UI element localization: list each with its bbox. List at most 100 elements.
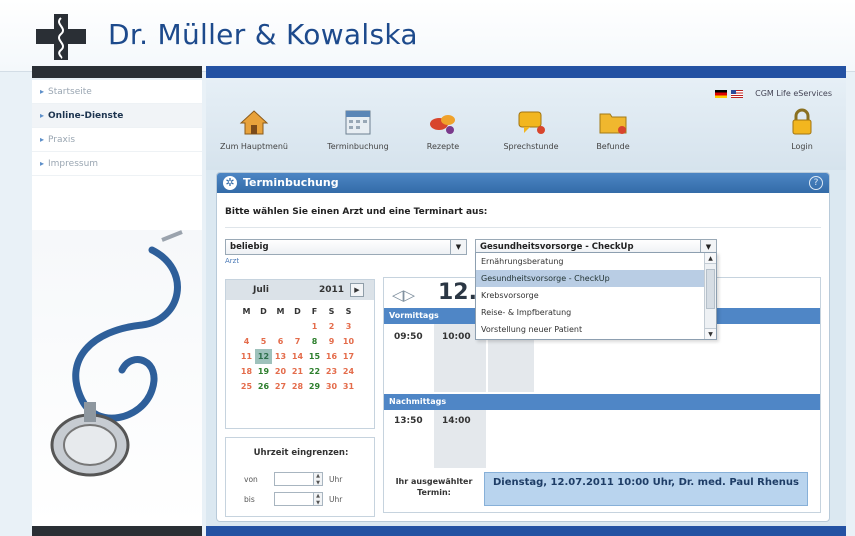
weekday-header: S <box>328 307 335 316</box>
toolbar-label: Login <box>791 142 813 151</box>
calendar-day: 5 <box>260 337 267 346</box>
calendar-empty-cell <box>255 319 272 334</box>
timeslot-1000[interactable]: 10:00 <box>442 332 471 342</box>
brand-title[interactable]: Dr. Müller & Kowalska <box>108 18 418 51</box>
timeslot-1400[interactable]: 14:00 <box>442 416 471 426</box>
bullet-icon: ▸ <box>40 87 45 96</box>
booking-panel: ✲ Terminbuchung ? Bitte wählen Sie einen… <box>216 172 830 522</box>
help-icon[interactable]: ? <box>809 176 823 190</box>
calendar-day[interactable]: 19 <box>255 364 272 379</box>
footer-divider-left <box>32 526 202 536</box>
main-content: CGM Life eServices Zum Hauptmenü Terminb… <box>206 80 846 526</box>
divider <box>225 227 821 228</box>
next-month-icon[interactable]: ▶ <box>350 283 364 297</box>
next-day-icon[interactable]: ▷ <box>404 286 416 304</box>
selected-appointment-label: Ihr ausgewählter Termin: <box>395 477 473 497</box>
sidebar-item-praxis[interactable]: ▸ Praxis <box>32 128 202 152</box>
german-flag-icon[interactable] <box>715 89 728 98</box>
instruction-text: Bitte wählen Sie einen Arzt und eine Ter… <box>225 207 488 217</box>
calendar-day[interactable]: 15 <box>306 349 323 364</box>
sidebar-item-label: Impressum <box>48 159 99 169</box>
day-nav: ◁▷ <box>392 286 415 304</box>
selected-appointment-value: Dienstag, 12.07.2011 10:00 Uhr, Dr. med.… <box>484 472 808 506</box>
chat-icon <box>518 111 545 134</box>
toolbar-label: Sprechstunde <box>503 142 559 151</box>
calendar-day: 16 <box>325 352 338 361</box>
medical-cross-logo-icon <box>36 14 86 60</box>
calendar-day: 30 <box>325 382 338 391</box>
appointment-type-dropdown: Ernährungsberatung Gesundheitsvorsorge -… <box>475 252 717 340</box>
folder-icon <box>599 113 627 134</box>
toolbar-befunde-button[interactable]: Befunde <box>588 108 638 151</box>
calendar-clock-icon: ✲ <box>223 176 237 190</box>
calendar-day: 25 <box>240 382 253 391</box>
scroll-up-icon[interactable]: ▲ <box>705 253 716 264</box>
weekday-header: F <box>311 307 318 316</box>
appointment-type-value: Gesundheitsvorsorge - CheckUp <box>480 242 634 252</box>
calendar-empty-cell <box>238 319 255 334</box>
sidebar-item-label: Online-Dienste <box>48 111 124 121</box>
timeslot-0950[interactable]: 09:50 <box>394 332 423 342</box>
calendar-day-selected[interactable]: 12 <box>255 349 272 364</box>
dropdown-option[interactable]: Krebsvorsorge <box>476 287 704 304</box>
to-label: bis <box>244 494 255 504</box>
unit-label: Uhr <box>329 494 343 504</box>
scroll-down-icon[interactable]: ▼ <box>705 328 716 339</box>
month-calendar: Juli 2011 ▶ M D M D F S S 1 2 3 4 5 6 7 8 9 10 11 12 13 14 15… <box>225 279 375 429</box>
toolbar-home-button[interactable]: Zum Hauptmenü <box>214 108 294 151</box>
calendar-month: Juli <box>253 285 269 295</box>
sidebar-item-impressum[interactable]: ▸ Impressum <box>32 152 202 176</box>
dropdown-option[interactable]: Ernährungsberatung <box>476 253 704 270</box>
calendar-day: 9 <box>328 337 335 346</box>
dropdown-option-selected[interactable]: Gesundheitsvorsorge - CheckUp <box>476 270 704 287</box>
calendar-day: 7 <box>294 337 301 346</box>
sidebar-item-startseite[interactable]: ▸ Startseite <box>32 80 202 104</box>
unit-label: Uhr <box>329 474 343 484</box>
calendar-day: 10 <box>342 337 355 346</box>
time-to-stepper[interactable]: ▲ ▼ <box>314 492 323 506</box>
toolbar-rezepte-button[interactable]: Rezepte <box>418 108 468 151</box>
chevron-down-icon[interactable]: ▼ <box>450 240 466 254</box>
time-filter-title: Uhrzeit eingrenzen: <box>253 448 349 458</box>
toolbar: Zum Hauptmenü Terminbuchung Rezepte Spre… <box>206 108 846 164</box>
bullet-icon: ▸ <box>40 135 45 144</box>
calendar-day[interactable]: 22 <box>306 364 323 379</box>
dropdown-scrollbar[interactable]: ▲ ▼ <box>704 253 716 339</box>
calendar-day[interactable]: 8 <box>306 334 323 349</box>
calendar-day[interactable]: 29 <box>306 379 323 394</box>
english-flag-icon[interactable] <box>731 89 744 98</box>
calendar-day: 2 <box>328 322 335 331</box>
house-icon <box>239 110 269 135</box>
previous-day-icon[interactable]: ◁ <box>392 286 404 304</box>
calendar-day: 28 <box>291 382 304 391</box>
service-label[interactable]: CGM Life eServices <box>755 89 832 98</box>
time-from-input[interactable] <box>274 472 314 486</box>
day-date: 12. <box>438 280 477 305</box>
sidebar-item-online-dienste[interactable]: ▸ Online-Dienste <box>32 104 202 128</box>
calendar-header: Juli 2011 ▶ <box>226 280 374 300</box>
sidebar-item-label: Praxis <box>48 135 76 145</box>
calendar-day: 21 <box>291 367 304 376</box>
dropdown-option[interactable]: Reise- & Impfberatung <box>476 304 704 321</box>
doctor-select[interactable]: beliebig ▼ <box>225 239 467 255</box>
timeslot-1350[interactable]: 13:50 <box>394 416 423 426</box>
site-header: Dr. Müller & Kowalska <box>0 0 855 72</box>
calendar-empty-cell <box>289 319 306 334</box>
toolbar-label: Terminbuchung <box>327 142 389 151</box>
time-to-input[interactable] <box>274 492 314 506</box>
bullet-icon: ▸ <box>40 111 45 120</box>
calendar-day: 24 <box>342 367 355 376</box>
scroll-thumb[interactable] <box>706 269 715 309</box>
doctor-caption: Arzt <box>225 257 240 265</box>
toolbar-sprechstunde-button[interactable]: Sprechstunde <box>496 108 566 151</box>
language-bar: CGM Life eServices <box>715 89 832 98</box>
calendar-day: 6 <box>277 337 284 346</box>
dropdown-option[interactable]: Vorstellung neuer Patient <box>476 321 704 338</box>
calendar-icon <box>345 110 371 135</box>
time-from-stepper[interactable]: ▲ ▼ <box>314 472 323 486</box>
calendar-day[interactable]: 26 <box>255 379 272 394</box>
toolbar-login-button[interactable]: Login <box>782 108 822 151</box>
calendar-day: 3 <box>345 322 352 331</box>
lock-icon <box>792 108 812 135</box>
toolbar-terminbuchung-button[interactable]: Terminbuchung <box>314 108 402 151</box>
